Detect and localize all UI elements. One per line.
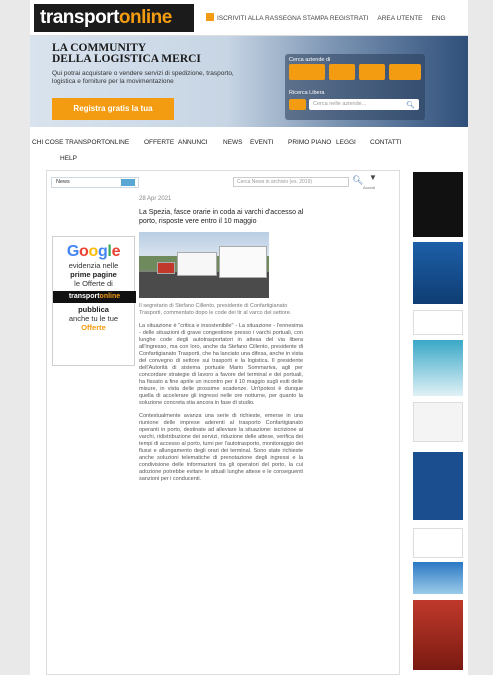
category-tile[interactable] bbox=[359, 64, 385, 80]
ad-line: le Offerte di bbox=[74, 279, 113, 288]
news-search-placeholder: Cerca News in archivio (es. 2019) bbox=[237, 179, 313, 185]
search-side-label: Accedi bbox=[363, 185, 376, 190]
ad-line: prime pagine bbox=[70, 270, 117, 279]
panel-label-companies: Cerca aziende di bbox=[289, 57, 331, 63]
nav-item[interactable]: PRIMO PIANO bbox=[288, 139, 331, 146]
nav-item-help[interactable]: HELP bbox=[60, 155, 77, 162]
nav-item[interactable]: CONTATTI bbox=[370, 139, 402, 146]
category-select[interactable] bbox=[289, 99, 306, 110]
search-panel: Cerca aziende di Ricerca Libera Cerca ne… bbox=[285, 54, 425, 120]
ad-banner-small[interactable] bbox=[413, 528, 463, 558]
ad-banner-tolls[interactable] bbox=[413, 452, 463, 520]
company-search-input[interactable]: Cerca nelle aziende... 🔍︎ bbox=[309, 99, 419, 110]
nav-item[interactable]: NEWS bbox=[223, 139, 243, 146]
article: 28 Apr 2021 La Spezia, fasce orarie in c… bbox=[139, 196, 314, 483]
article-date: 28 Apr 2021 bbox=[139, 196, 172, 202]
google-letter: G bbox=[66, 243, 79, 260]
search-icon[interactable]: 🔍︎ bbox=[406, 100, 415, 111]
tab-news[interactable]: News bbox=[51, 177, 139, 188]
category-tile[interactable] bbox=[389, 64, 421, 80]
photo-truck bbox=[219, 246, 267, 278]
edit-icon bbox=[206, 13, 214, 21]
user-area-link[interactable]: AREA UTENTE bbox=[377, 15, 422, 22]
article-caption: Il segretario di Stefano Cillento, presi… bbox=[139, 303, 292, 316]
ad-line: evidenzia nelle bbox=[68, 261, 119, 270]
ad-line: pubblica bbox=[78, 305, 109, 314]
category-tile[interactable] bbox=[289, 64, 325, 80]
hero-title: LA COMMUNITY DELLA LOGISTICA MERCI bbox=[52, 42, 201, 65]
panel-label-search: Ricerca Libera bbox=[289, 90, 325, 96]
hero-banner: LA COMMUNITY DELLA LOGISTICA MERCI Qui po… bbox=[30, 36, 468, 127]
ad-banner-dark[interactable] bbox=[413, 172, 463, 237]
logo-part2: online bbox=[118, 7, 172, 28]
register-cta-button[interactable]: Registra gratis la tua bbox=[52, 98, 174, 120]
news-content: News Cerca News in archivio (es. 2019) 🔍… bbox=[46, 170, 400, 675]
google-ad-banner[interactable]: Google evidenzia nelle prime pagine le O… bbox=[52, 236, 136, 366]
ad-line: anche tu le tue bbox=[68, 314, 119, 323]
tag-icon[interactable]: ▼ bbox=[369, 173, 377, 182]
article-photo bbox=[139, 232, 269, 298]
nav-item[interactable]: EVENTI bbox=[250, 139, 273, 146]
article-paragraph: Contestualmente avanza una serie di rich… bbox=[139, 413, 303, 482]
google-letter: o bbox=[88, 243, 98, 260]
nav-item[interactable]: OFFERTE bbox=[144, 139, 174, 146]
article-paragraph: La situazione è "critica e insostenibile… bbox=[139, 323, 303, 406]
page: transportonline ISCRIVITI ALLA RASSEGNA … bbox=[30, 0, 468, 675]
ad-banner-ship[interactable] bbox=[413, 340, 463, 396]
google-letter: e bbox=[111, 243, 121, 260]
hero-title-line2: DELLA LOGISTICA MERCI bbox=[52, 53, 201, 65]
tab-badge bbox=[121, 179, 135, 186]
site-logo[interactable]: transportonline bbox=[34, 4, 194, 32]
ad-brand-part1: transport bbox=[68, 293, 100, 300]
lang-link[interactable]: ENG bbox=[432, 15, 446, 22]
google-logo: Google bbox=[53, 243, 134, 261]
ad-banner-blue[interactable] bbox=[413, 242, 463, 304]
article-title[interactable]: La Spezia, fasce orarie in coda ai varch… bbox=[139, 208, 314, 226]
ad-banner-text[interactable] bbox=[413, 402, 463, 442]
ad-banner-logo[interactable] bbox=[413, 310, 463, 335]
ad-banner-adblue[interactable] bbox=[413, 562, 463, 594]
ad-banner-trucks[interactable] bbox=[413, 600, 463, 670]
ad-line: Offerte bbox=[81, 323, 106, 332]
search-icon[interactable]: 🔍︎ bbox=[352, 175, 363, 186]
category-tile[interactable] bbox=[329, 64, 355, 80]
nav-item[interactable]: CHI COSE TRANSPORTONLINE bbox=[32, 139, 129, 146]
news-search-input[interactable]: Cerca News in archivio (es. 2019) bbox=[233, 177, 349, 187]
top-nav: ISCRIVITI ALLA RASSEGNA STAMPA REGISTRAT… bbox=[206, 13, 455, 22]
tab-news-label: News bbox=[56, 179, 70, 185]
register-link[interactable]: ISCRIVITI ALLA RASSEGNA STAMPA REGISTRAT… bbox=[217, 15, 368, 22]
hero-subtitle: Qui potrai acquistare o vendere servizi … bbox=[52, 70, 234, 85]
top-bar: transportonline ISCRIVITI ALLA RASSEGNA … bbox=[30, 0, 468, 36]
logo-part1: transport bbox=[40, 7, 119, 28]
photo-truck bbox=[177, 252, 217, 276]
photo-truck bbox=[157, 262, 175, 274]
ad-brand-bar: transportonline bbox=[53, 291, 136, 303]
google-letter: g bbox=[97, 243, 108, 260]
company-search-placeholder: Cerca nelle aziende... bbox=[313, 101, 367, 107]
ad-brand-part2: online bbox=[99, 293, 121, 300]
nav-item[interactable]: ANNUNCI bbox=[178, 139, 208, 146]
nav-item[interactable]: LEGGI bbox=[336, 139, 356, 146]
